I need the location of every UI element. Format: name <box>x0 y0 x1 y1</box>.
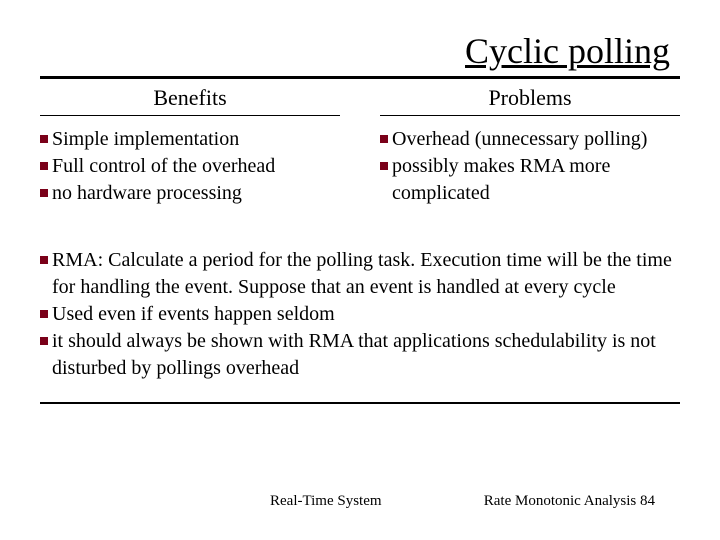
benefits-header: Benefits <box>40 85 340 111</box>
bullet-text: no hardware processing <box>52 180 242 207</box>
list-item: Overhead (unnecessary polling) <box>380 126 680 153</box>
slide-title: Cyclic polling <box>40 30 680 72</box>
list-item: possibly makes RMA more complicated <box>380 153 680 207</box>
slide: Cyclic polling Benefits Simple implement… <box>0 0 720 404</box>
bullet-icon <box>40 189 48 197</box>
notes-list: RMA: Calculate a period for the polling … <box>40 247 680 382</box>
bullet-icon <box>40 162 48 170</box>
footer-rule <box>40 402 680 404</box>
list-item: RMA: Calculate a period for the polling … <box>40 247 680 301</box>
bullet-text: Simple implementation <box>52 126 239 153</box>
bullet-text: RMA: Calculate a period for the polling … <box>52 247 680 301</box>
list-item: Full control of the overhead <box>40 153 340 180</box>
benefits-list: Simple implementation Full control of th… <box>40 126 340 207</box>
footer-left: Real-Time System <box>270 493 382 510</box>
footer: Real-Time System Rate Monotonic Analysis… <box>0 493 720 510</box>
bullet-text: Used even if events happen seldom <box>52 301 335 328</box>
bullet-icon <box>380 162 388 170</box>
benefits-rule <box>40 115 340 116</box>
bullet-icon <box>40 256 48 264</box>
columns: Benefits Simple implementation Full cont… <box>40 85 680 207</box>
bullet-text: Overhead (unnecessary polling) <box>392 126 647 153</box>
problems-rule <box>380 115 680 116</box>
bullet-text: it should always be shown with RMA that … <box>52 328 680 382</box>
benefits-column: Benefits Simple implementation Full cont… <box>40 85 340 207</box>
problems-column: Problems Overhead (unnecessary polling) … <box>380 85 680 207</box>
problems-list: Overhead (unnecessary polling) possibly … <box>380 126 680 207</box>
bullet-icon <box>380 135 388 143</box>
bullet-text: Full control of the overhead <box>52 153 275 180</box>
list-item: it should always be shown with RMA that … <box>40 328 680 382</box>
list-item: Simple implementation <box>40 126 340 153</box>
title-rule <box>40 76 680 79</box>
footer-right: Rate Monotonic Analysis 84 <box>484 493 655 510</box>
problems-header: Problems <box>380 85 680 111</box>
bullet-icon <box>40 135 48 143</box>
list-item: Used even if events happen seldom <box>40 301 680 328</box>
list-item: no hardware processing <box>40 180 340 207</box>
bullet-icon <box>40 337 48 345</box>
bullet-text: possibly makes RMA more complicated <box>392 153 680 207</box>
bullet-icon <box>40 310 48 318</box>
